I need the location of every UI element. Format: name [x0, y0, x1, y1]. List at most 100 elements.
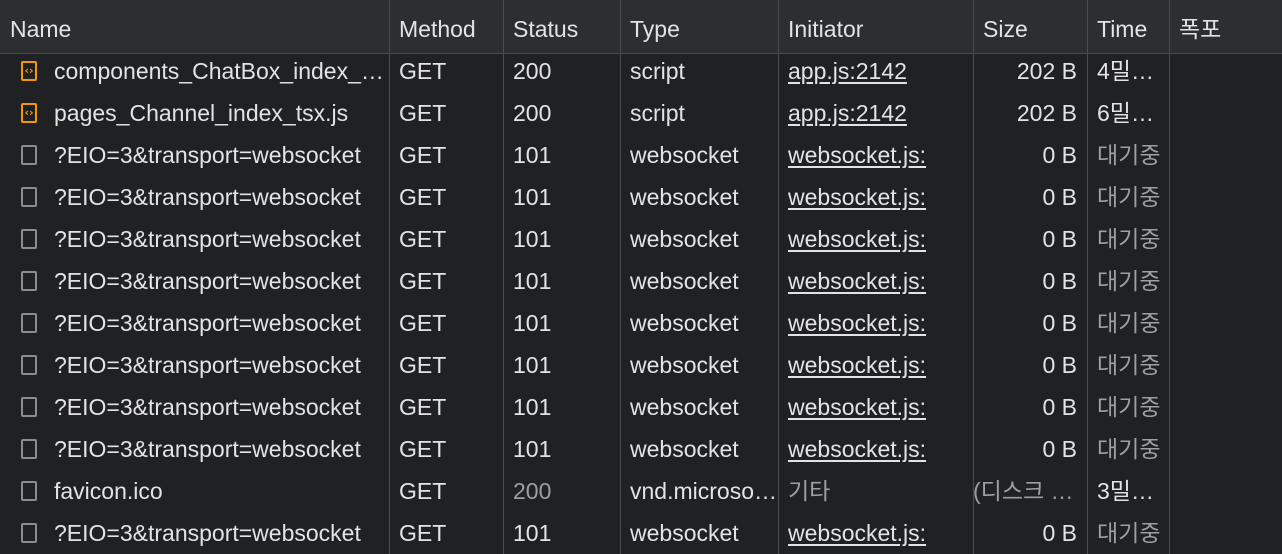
column-header-name[interactable]: Name	[0, 0, 389, 54]
request-time: 대기중	[1097, 394, 1161, 420]
request-time: 대기중	[1097, 310, 1161, 336]
column-header-status[interactable]: Status	[503, 0, 620, 54]
request-name: ?EIO=3&transport=websocket	[54, 226, 361, 252]
request-time: 3밀리초	[1097, 478, 1169, 504]
request-name: ?EIO=3&transport=websocket	[54, 310, 361, 336]
request-status: 101	[513, 520, 552, 546]
column-header-initiator[interactable]: Initiator	[778, 0, 973, 54]
request-status: 200	[513, 58, 552, 84]
table-row[interactable]: ?EIO=3&transport=websocket GET 101 websocke…	[0, 512, 1282, 554]
request-method: GET	[399, 142, 447, 168]
request-status: 101	[513, 268, 552, 294]
request-method: GET	[399, 394, 447, 420]
request-name: ?EIO=3&transport=websocket	[54, 184, 361, 210]
column-header-size[interactable]: Size	[973, 0, 1087, 54]
request-method: GET	[399, 520, 447, 546]
table-header: Name Method Status Type Initiator Size T…	[0, 0, 1282, 54]
request-initiator[interactable]: websocket.js:	[778, 302, 973, 344]
request-status: 101	[513, 142, 552, 168]
request-size: 202 B	[1016, 100, 1077, 126]
request-status: 101	[513, 436, 552, 462]
column-divider[interactable]	[973, 0, 974, 554]
request-status: 101	[513, 394, 552, 420]
table-row[interactable]: ?EIO=3&transport=websocket GET 101 websocke…	[0, 176, 1282, 218]
request-initiator[interactable]: app.js:2142	[778, 92, 973, 134]
request-status: 101	[513, 352, 552, 378]
request-name: ?EIO=3&transport=websocket	[54, 394, 361, 420]
request-size: 0 B	[1042, 226, 1077, 252]
request-size: 0 B	[1042, 184, 1077, 210]
request-initiator[interactable]: websocket.js:	[778, 386, 973, 428]
column-divider[interactable]	[620, 0, 621, 554]
column-divider[interactable]	[503, 0, 504, 554]
request-time: 대기중	[1097, 436, 1161, 462]
request-status: 101	[513, 226, 552, 252]
column-divider[interactable]	[778, 0, 779, 554]
request-type: websocket	[630, 352, 739, 378]
request-time: 대기중	[1097, 268, 1161, 294]
table-row[interactable]: ?EIO=3&transport=websocket GET 101 websocke…	[0, 344, 1282, 386]
request-size: (디스크 캐시)	[973, 478, 1087, 504]
request-type: websocket	[630, 184, 739, 210]
request-type: vnd.microsoft.icon	[630, 478, 778, 504]
request-size: 0 B	[1042, 436, 1077, 462]
request-name: ?EIO=3&transport=websocket	[54, 436, 361, 462]
table-row[interactable]: favicon.ico GET 200 vnd.microsoft.icon 기타 (디스…	[0, 470, 1282, 512]
request-method: GET	[399, 478, 447, 504]
request-initiator[interactable]: websocket.js:	[778, 176, 973, 218]
request-time: 대기중	[1097, 352, 1161, 378]
column-header-waterfall[interactable]: 폭포	[1169, 0, 1282, 54]
request-initiator: 기타	[788, 478, 831, 504]
table-row[interactable]: ?EIO=3&transport=websocket GET 101 websocke…	[0, 428, 1282, 470]
request-time: 대기중	[1097, 142, 1161, 168]
request-initiator[interactable]: websocket.js:	[778, 428, 973, 470]
request-initiator[interactable]: websocket.js:	[778, 344, 973, 386]
request-initiator[interactable]: websocket.js:	[778, 134, 973, 176]
request-method: GET	[399, 310, 447, 336]
column-divider[interactable]	[1169, 0, 1170, 554]
table-row[interactable]: ?EIO=3&transport=websocket GET 101 websocke…	[0, 134, 1282, 176]
request-name: ?EIO=3&transport=websocket	[54, 520, 361, 546]
request-type: websocket	[630, 394, 739, 420]
request-method: GET	[399, 352, 447, 378]
table-row[interactable]: ?EIO=3&transport=websocket GET 101 websocke…	[0, 218, 1282, 260]
request-time: 대기중	[1097, 226, 1161, 252]
request-name: ?EIO=3&transport=websocket	[54, 268, 361, 294]
request-type: websocket	[630, 226, 739, 252]
request-time: 4밀리초	[1097, 58, 1169, 84]
request-size: 0 B	[1042, 394, 1077, 420]
request-name: ?EIO=3&transport=websocket	[54, 352, 361, 378]
column-header-time[interactable]: Time	[1087, 0, 1169, 54]
column-header-method[interactable]: Method	[389, 0, 503, 54]
table-row[interactable]: components_ChatBox_index_tsx.js GET 200 scr…	[0, 50, 1282, 92]
request-method: GET	[399, 58, 447, 84]
table-row[interactable]: ?EIO=3&transport=websocket GET 101 websocke…	[0, 302, 1282, 344]
request-size: 202 B	[1016, 58, 1077, 84]
request-time: 대기중	[1097, 520, 1161, 546]
request-type: websocket	[630, 268, 739, 294]
request-name: ?EIO=3&transport=websocket	[54, 142, 361, 168]
request-method: GET	[399, 226, 447, 252]
table-row[interactable]: ?EIO=3&transport=websocket GET 101 websocke…	[0, 386, 1282, 428]
request-initiator[interactable]: websocket.js:	[778, 260, 973, 302]
request-initiator[interactable]: app.js:2142	[778, 50, 973, 92]
request-name: favicon.ico	[54, 478, 163, 504]
request-method: GET	[399, 100, 447, 126]
request-method: GET	[399, 268, 447, 294]
request-method: GET	[399, 184, 447, 210]
column-header-type[interactable]: Type	[620, 0, 778, 54]
request-method: GET	[399, 436, 447, 462]
request-time: 대기중	[1097, 184, 1161, 210]
request-name: pages_Channel_index_tsx.js	[54, 100, 349, 126]
column-divider[interactable]	[1087, 0, 1088, 554]
request-initiator[interactable]: websocket.js:	[778, 512, 973, 554]
request-name: components_ChatBox_index_tsx.js	[54, 58, 389, 84]
request-status: 101	[513, 310, 552, 336]
request-type: websocket	[630, 310, 739, 336]
request-size: 0 B	[1042, 310, 1077, 336]
table-row[interactable]: ?EIO=3&transport=websocket GET 101 websocke…	[0, 260, 1282, 302]
table-row[interactable]: pages_Channel_index_tsx.js GET 200 script ap…	[0, 92, 1282, 134]
column-divider[interactable]	[389, 0, 390, 554]
request-initiator[interactable]: websocket.js:	[778, 218, 973, 260]
request-status: 200	[513, 478, 552, 504]
